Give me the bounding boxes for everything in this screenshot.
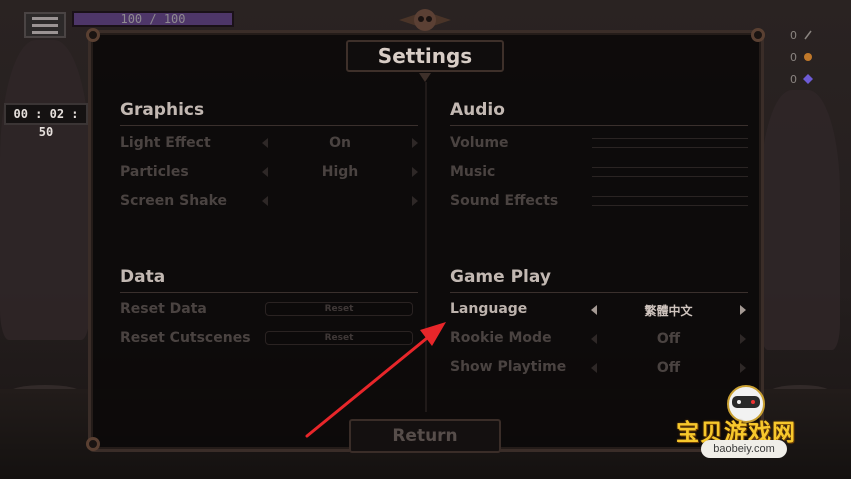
- watermark-url: baobeiy.com: [701, 440, 787, 458]
